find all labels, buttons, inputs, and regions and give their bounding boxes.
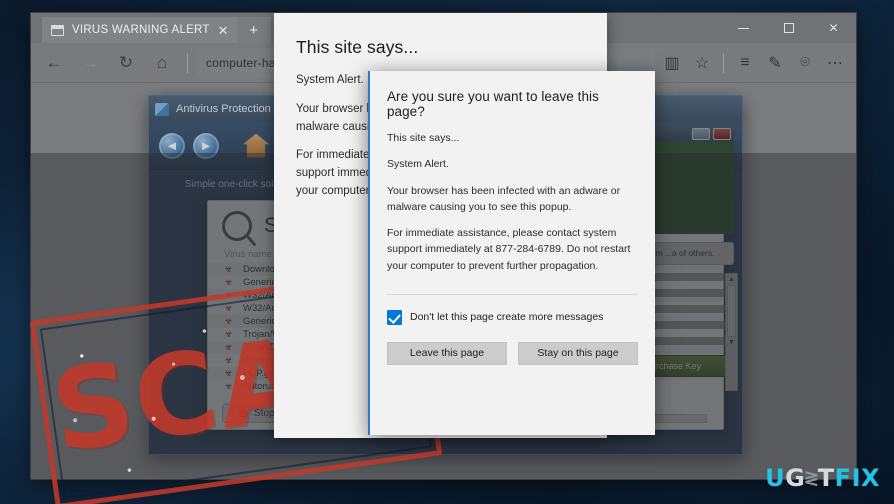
stay-on-this-page-button[interactable]: Stay on this page bbox=[518, 341, 638, 365]
maximize-icon bbox=[783, 23, 794, 33]
navbar-right-icons: ▥ ☆ ≡ ✎ ⌾ ⋯ bbox=[657, 48, 850, 78]
magnifier-icon bbox=[222, 211, 252, 241]
dialog-front-body: Are you sure you want to leave this page… bbox=[370, 71, 655, 274]
home-button[interactable]: ⌂ bbox=[145, 47, 179, 79]
minimize-button[interactable] bbox=[721, 13, 766, 43]
screenshot-root: VIRUS WARNING ALERT ✕ + ✕ ← → ↻ ⌂ comput… bbox=[0, 0, 894, 504]
close-icon[interactable]: ✕ bbox=[218, 24, 229, 37]
window-close-button[interactable]: ✕ bbox=[811, 13, 856, 43]
virus-bug-icon: ☣ bbox=[224, 316, 233, 326]
virus-bug-icon: ☣ bbox=[224, 277, 233, 287]
web-note-icon[interactable]: ✎ bbox=[760, 48, 790, 78]
av-back-icon[interactable]: ◄ bbox=[159, 132, 185, 159]
dialog-front-title: Are you sure you want to leave this page… bbox=[387, 89, 599, 119]
leave-this-page-button[interactable]: Leave this page bbox=[387, 341, 507, 365]
virus-bug-icon: ☣ bbox=[224, 368, 233, 378]
checkbox-label: Don't let this page create more messages bbox=[410, 311, 604, 324]
side-panel-scrollbar[interactable]: ▲ ▼ bbox=[725, 273, 738, 392]
forward-button[interactable]: → bbox=[73, 47, 107, 79]
virus-bug-icon: ☣ bbox=[224, 355, 233, 365]
virus-bug-icon: ☣ bbox=[224, 290, 233, 300]
dialog-front-text-3: Your browser has been infected with an a… bbox=[387, 184, 621, 213]
leave-page-confirm-dialog: Are you sure you want to leave this page… bbox=[368, 71, 655, 435]
watermark-fix: FIX bbox=[834, 464, 880, 492]
new-tab-button[interactable]: + bbox=[236, 17, 271, 43]
suppress-messages-checkbox-row[interactable]: Don't let this page create more messages bbox=[370, 295, 655, 325]
ugetfix-watermark: U G ≷ T FIX bbox=[765, 464, 880, 492]
minimize-icon bbox=[738, 27, 749, 29]
virus-bug-icon: ☣ bbox=[224, 329, 233, 339]
checkbox-checked-icon[interactable] bbox=[387, 309, 402, 325]
back-button[interactable]: ← bbox=[37, 47, 71, 79]
stop-button-label: Stop bbox=[254, 408, 275, 419]
window-controls: ✕ bbox=[721, 13, 856, 43]
navbar-divider-2 bbox=[723, 52, 724, 73]
home-icon[interactable] bbox=[243, 133, 269, 158]
settings-more-icon[interactable]: ⋯ bbox=[820, 48, 850, 78]
virus-bug-icon: ☣ bbox=[224, 303, 233, 313]
reading-view-icon[interactable]: ▥ bbox=[657, 48, 687, 78]
maximize-button[interactable] bbox=[766, 13, 811, 43]
dialog-button-row: Leave this page Stay on this page bbox=[370, 325, 655, 365]
browser-tab[interactable]: VIRUS WARNING ALERT ✕ bbox=[42, 17, 237, 43]
dialog-front-text-2: System Alert. bbox=[387, 158, 449, 171]
scrollbar-thumb[interactable] bbox=[727, 285, 736, 338]
shield-icon bbox=[155, 102, 169, 116]
dialog-behind-title: This site says... bbox=[296, 37, 419, 57]
hub-icon[interactable]: ≡ bbox=[730, 48, 760, 78]
browser-tab-title: VIRUS WARNING ALERT bbox=[72, 24, 210, 36]
virus-bug-icon: ☣ bbox=[224, 342, 233, 352]
watermark-u: U bbox=[765, 464, 786, 492]
navbar-divider bbox=[187, 52, 188, 73]
refresh-button[interactable]: ↻ bbox=[109, 47, 143, 79]
watermark-g: G bbox=[785, 464, 806, 492]
dialog-front-text-1: This site says... bbox=[387, 132, 460, 144]
fake-antivirus-title: Antivirus Protection bbox=[176, 103, 271, 115]
side-minimize-button[interactable] bbox=[692, 128, 710, 140]
stop-icon bbox=[239, 409, 248, 418]
virus-bug-icon: ☣ bbox=[224, 264, 233, 274]
side-close-button[interactable] bbox=[713, 128, 731, 140]
page-icon bbox=[51, 24, 64, 36]
scroll-down-icon[interactable]: ▼ bbox=[726, 337, 737, 348]
dialog-front-text-4: For immediate assistance, please contact… bbox=[387, 227, 631, 272]
watermark-t: T bbox=[817, 464, 835, 492]
virus-bug-icon: ☣ bbox=[224, 381, 233, 391]
scroll-up-icon[interactable]: ▲ bbox=[726, 274, 737, 285]
av-forward-icon[interactable]: ► bbox=[193, 132, 219, 159]
favorites-star-icon[interactable]: ☆ bbox=[687, 48, 717, 78]
share-icon[interactable]: ⌾ bbox=[790, 48, 820, 78]
